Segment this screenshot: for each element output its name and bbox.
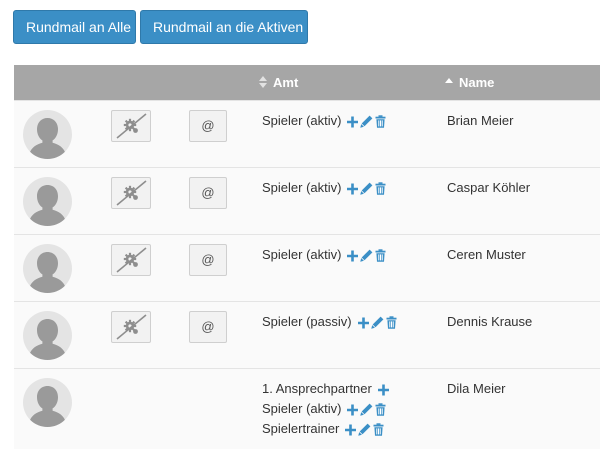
plus-icon[interactable] [347,404,359,416]
pencil-icon[interactable] [360,403,373,416]
table-row: @ Spieler (aktiv) Brian Meier [14,100,600,168]
sort-ascending-icon [445,76,454,88]
pencil-icon[interactable] [370,316,384,329]
plus-icon[interactable] [347,116,359,128]
person-silhouette-icon [23,311,72,360]
no-photo-gear-icon[interactable] [111,110,151,142]
role-label: Spieler (aktiv) [262,247,342,262]
member-name: Caspar Köhler [447,180,531,195]
send-mail-button[interactable]: @ [189,110,227,142]
trash-icon[interactable] [375,403,386,416]
table-row: @ Spieler (aktiv) Caspar Köhler [14,167,600,235]
plus-icon[interactable] [377,384,389,396]
table-row: @ Spieler (aktiv) Ceren Muster [14,234,600,302]
pencil-icon[interactable] [360,249,373,262]
no-photo-gear-icon[interactable] [111,311,151,343]
mail-all-button[interactable]: Rundmail an Alle [13,10,136,44]
roles-list: Spieler (passiv) [262,312,397,332]
person-silhouette-icon [23,177,72,226]
send-mail-button[interactable]: @ [189,244,227,276]
plus-icon[interactable] [347,250,359,262]
person-silhouette-icon [23,110,72,159]
pencil-icon[interactable] [360,182,373,195]
role-item: Spieler (aktiv) [262,245,386,265]
sort-icon [259,76,268,88]
table-row: 1. Ansprechpartner Spieler (aktiv) Spieler… [14,368,600,449]
role-label: Spieler (aktiv) [262,401,342,416]
person-silhouette-icon [23,244,72,293]
role-label: Spieler (passiv) [262,314,352,329]
roles-list: Spieler (aktiv) [262,178,386,198]
trash-icon[interactable] [386,316,397,329]
person-silhouette-icon [23,378,72,427]
roles-list: Spieler (aktiv) [262,111,386,131]
send-mail-button[interactable]: @ [189,177,227,209]
trash-icon[interactable] [375,182,386,195]
trash-icon[interactable] [375,115,386,128]
member-name: Dila Meier [447,381,506,396]
role-item: Spielertrainer [262,419,389,439]
mail-active-button[interactable]: Rundmail an die Aktiven [140,10,308,44]
roles-list: Spieler (aktiv) [262,245,386,265]
role-label: Spieler (aktiv) [262,180,342,195]
no-photo-gear-icon[interactable] [111,244,151,276]
role-item: 1. Ansprechpartner [262,379,389,399]
pencil-icon[interactable] [360,115,373,128]
plus-icon[interactable] [357,317,369,329]
column-header-label: Amt [273,75,299,90]
column-header-label: Name [459,75,495,90]
table-header: Amt Name [14,65,600,100]
member-name: Dennis Krause [447,314,533,329]
trash-icon[interactable] [373,423,384,436]
role-item: Spieler (aktiv) [262,399,389,419]
role-label: Spielertrainer [262,421,340,436]
role-item: Spieler (aktiv) [262,178,386,198]
plus-icon[interactable] [345,424,357,436]
pencil-icon[interactable] [358,423,371,436]
member-name: Ceren Muster [447,247,526,262]
role-item: Spieler (aktiv) [262,111,386,131]
role-item: Spieler (passiv) [262,312,397,332]
trash-icon[interactable] [375,249,386,262]
send-mail-button[interactable]: @ [189,311,227,343]
role-label: 1. Ansprechpartner [262,381,372,396]
no-photo-gear-icon[interactable] [111,177,151,209]
roles-list: 1. Ansprechpartner Spieler (aktiv) Spieler… [262,379,389,439]
column-header-name[interactable]: Name [445,65,494,100]
plus-icon[interactable] [347,183,359,195]
column-header-amt[interactable]: Amt [259,65,298,100]
member-name: Brian Meier [447,113,514,128]
table-row: @ Spieler (passiv) Dennis Krause [14,301,600,369]
role-label: Spieler (aktiv) [262,113,342,128]
